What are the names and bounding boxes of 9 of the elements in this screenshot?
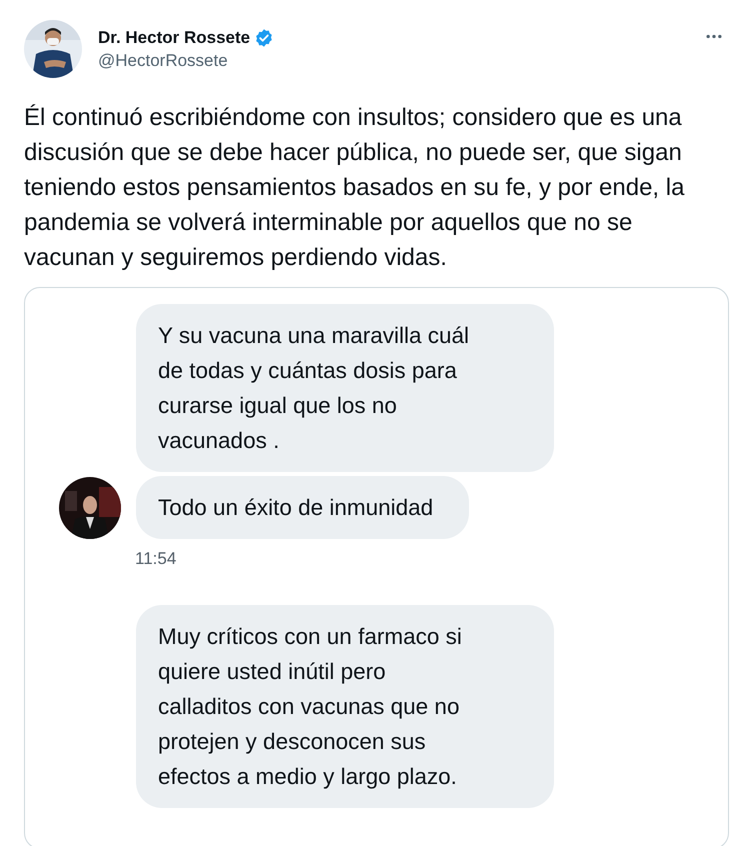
- author-name[interactable]: Dr. Hector Rossete: [98, 28, 250, 48]
- attached-screenshot[interactable]: [24, 287, 729, 846]
- chat-message: Muy críticos con un farmaco si quiere usted inútil pero calladitos con vacunas que no protejen y desconocen sus efectos a medio y largo plazo.: [136, 605, 554, 808]
- chat-message: Y su vacuna una maravilla cuál de todas y cuántas dosis para curarse igual que los no vacunados .: [136, 304, 554, 472]
- message-time: 11:54: [135, 549, 176, 569]
- chat-message: Todo un éxito de inmunidad: [136, 476, 470, 539]
- more-options-icon[interactable]: [705, 34, 723, 39]
- tweet-text: Él continuó escribiéndome con insultos; considero que es una discusión que se debe hacer pública, no puede ser, que sigan teniendo estos pensamientos basados en su fe, y por ende, la pandemia se volverá interminable por aquellos que no se vacunan y seguiremos perdiendo vidas.: [24, 103, 686, 273]
- author-handle[interactable]: @HectorRossete: [98, 50, 228, 70]
